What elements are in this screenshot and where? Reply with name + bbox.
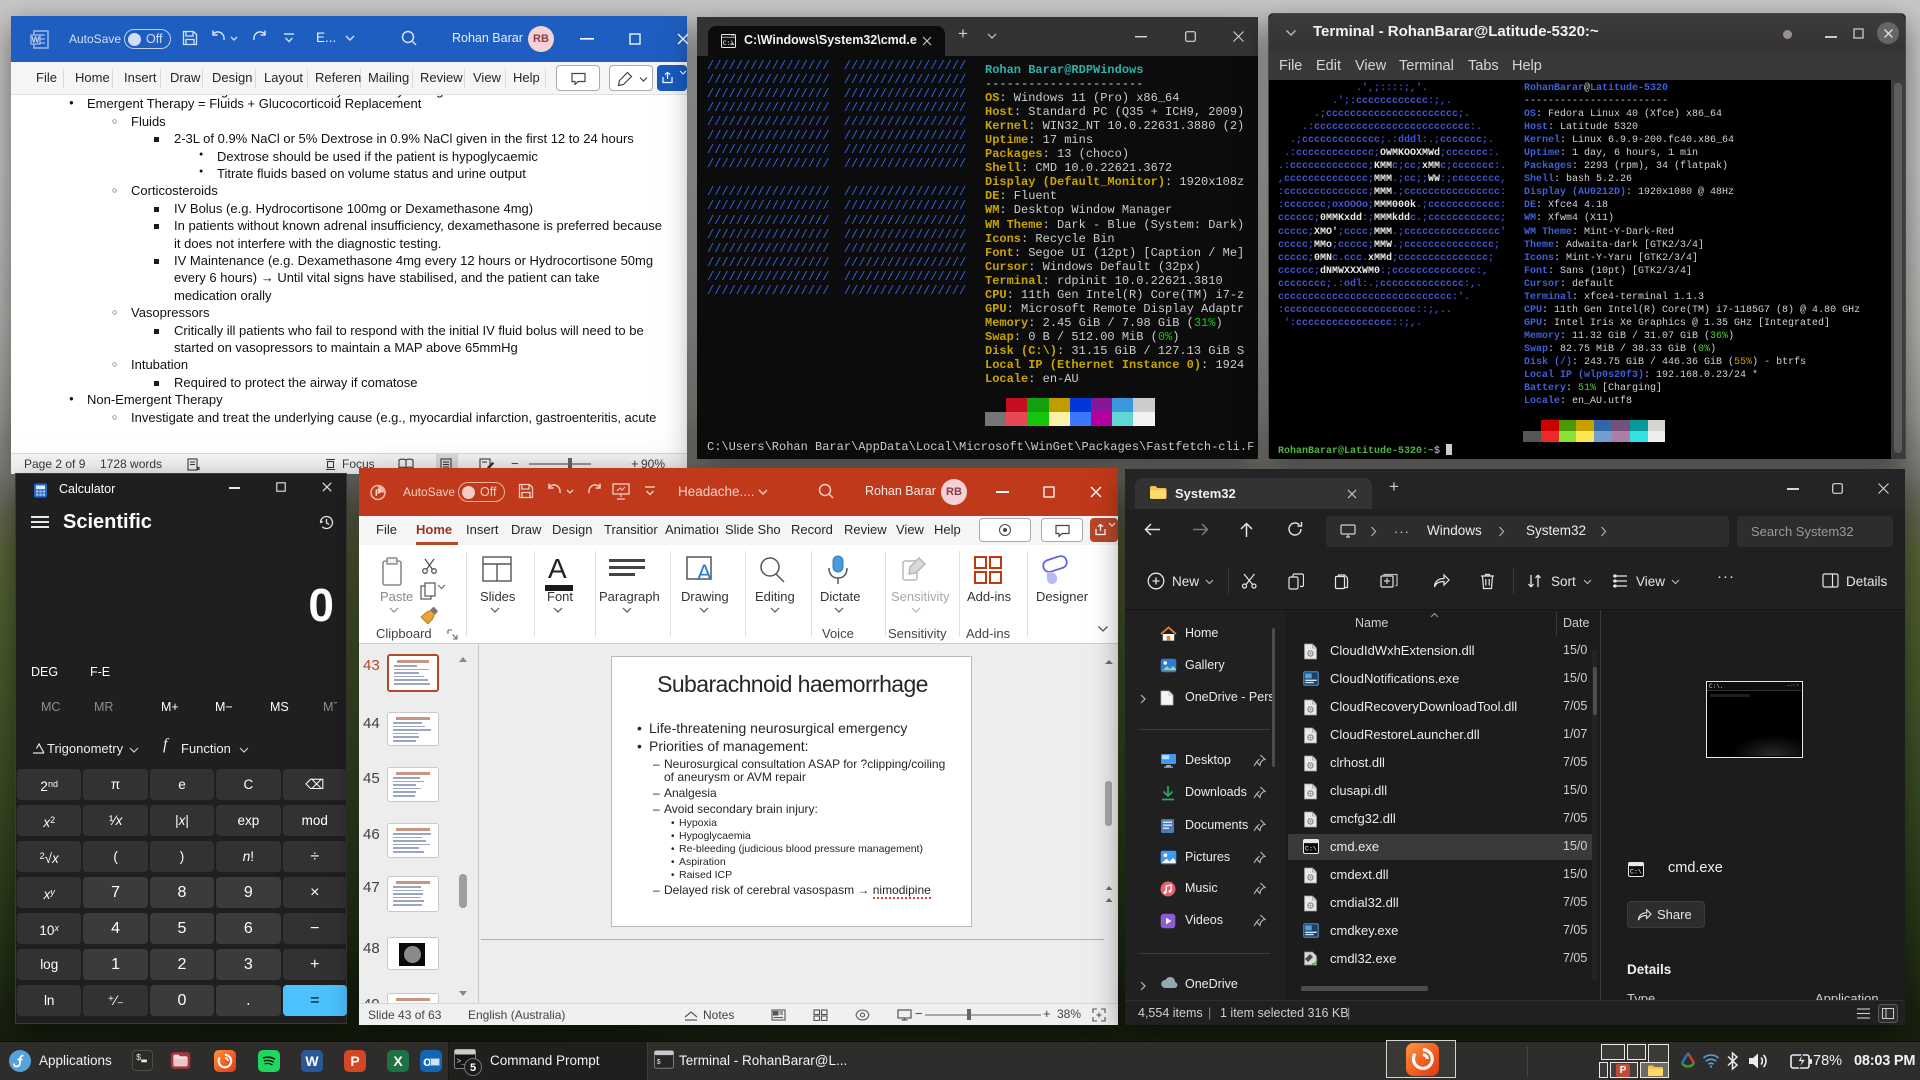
svg-text:C:\: C:\ <box>1630 869 1642 876</box>
svg-text:C:\: C:\ <box>1305 846 1317 853</box>
svg-text:$: $ <box>657 1059 661 1067</box>
svg-text:A: A <box>697 560 712 585</box>
svg-text:P: P <box>375 488 381 498</box>
svg-text:W: W <box>31 35 40 45</box>
